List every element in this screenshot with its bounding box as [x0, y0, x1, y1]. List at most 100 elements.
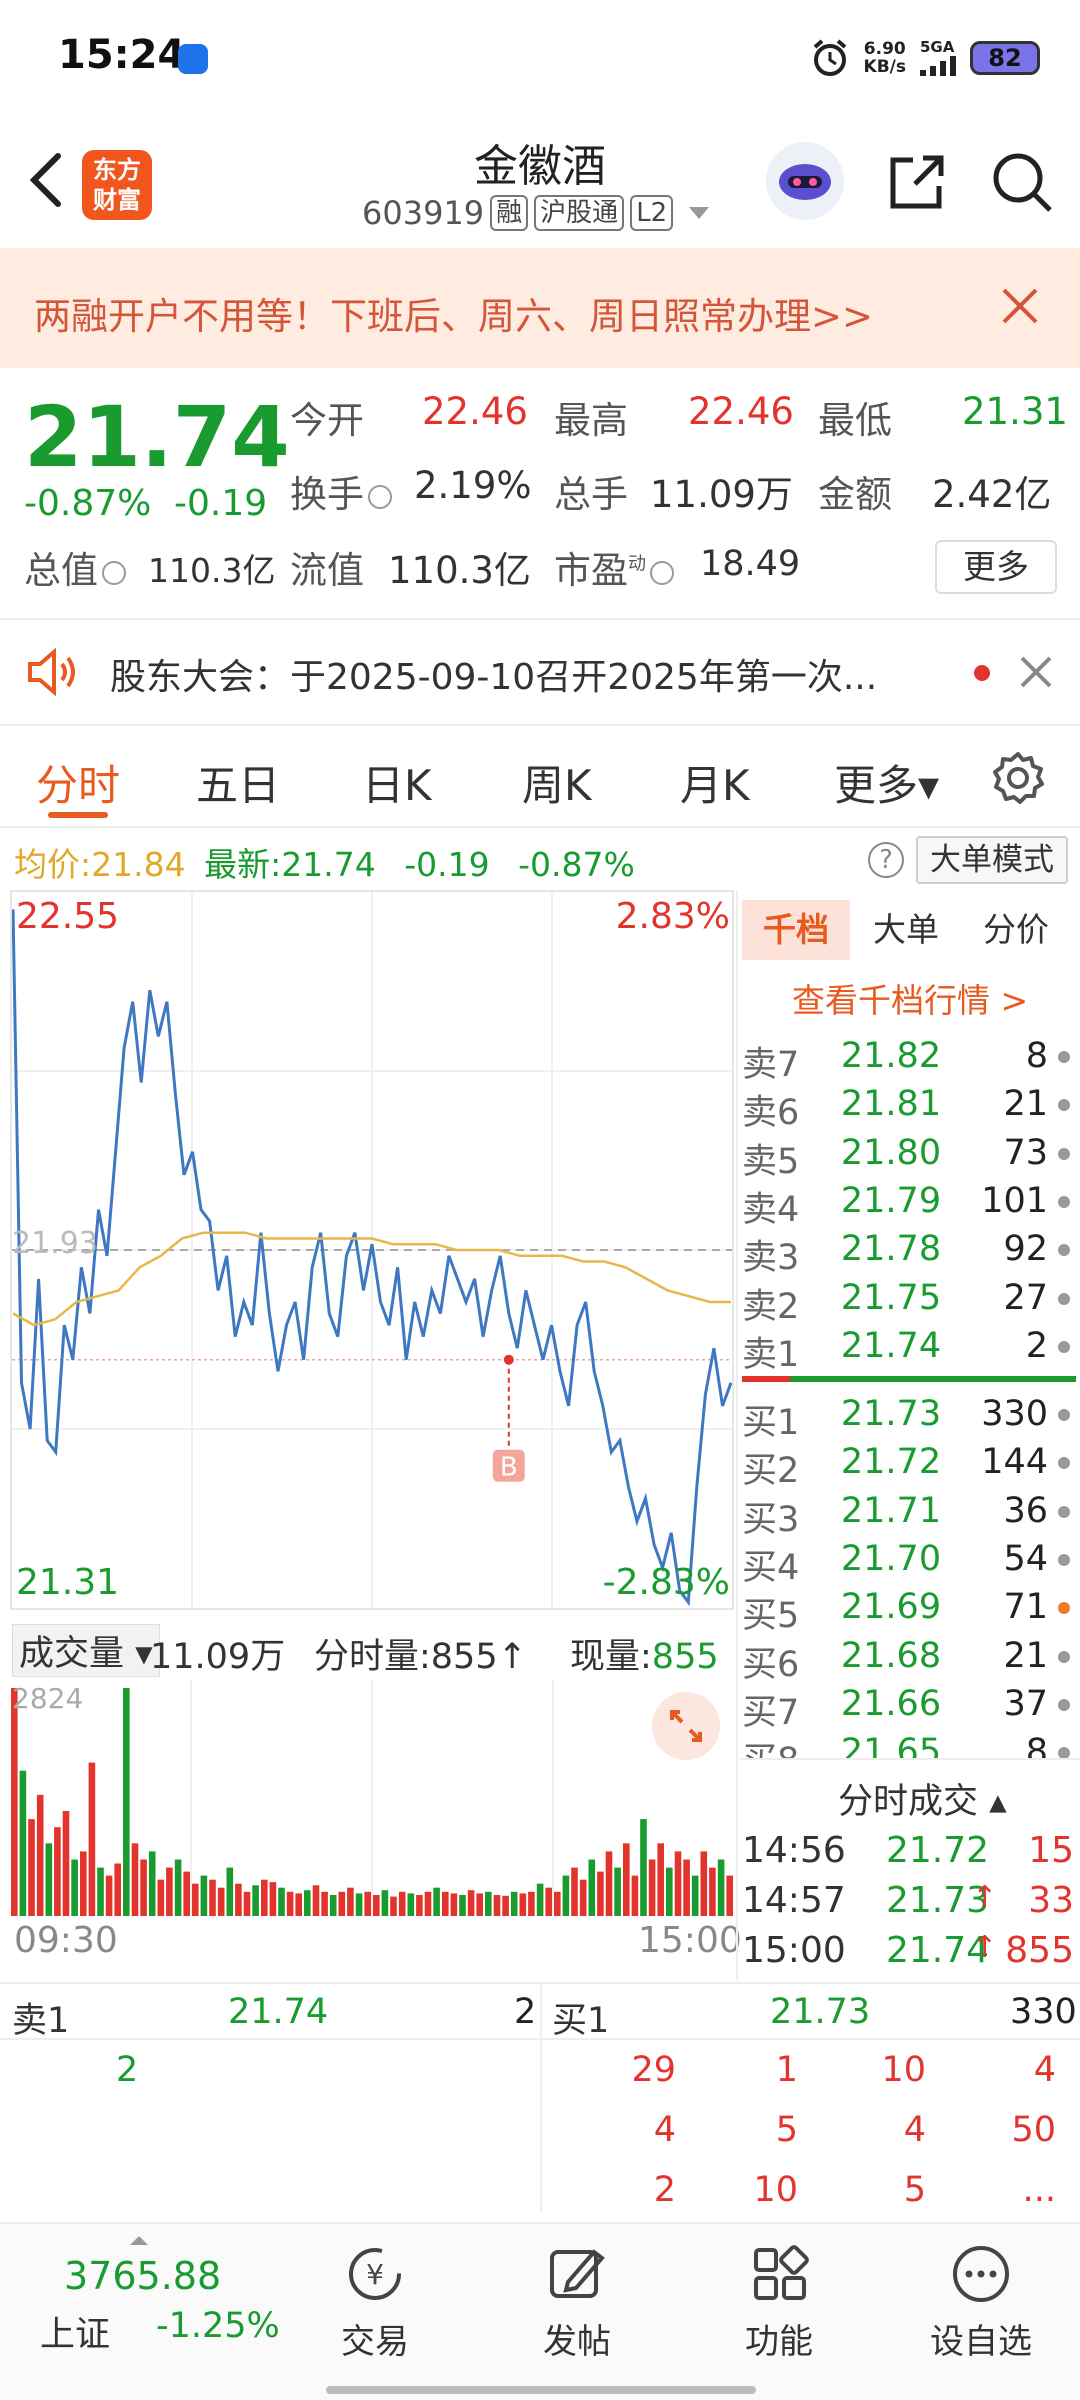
volume-bar [166, 1867, 173, 1916]
volume-bar [45, 1843, 53, 1916]
volume-bar [519, 1893, 527, 1916]
volume-bar [97, 1867, 104, 1916]
volume-bar [88, 1762, 96, 1916]
level-price: 21.73 [840, 1394, 942, 1434]
volume-bar [485, 1891, 492, 1916]
index-change[interactable]: -1.25% [156, 2306, 280, 2346]
volume-bar [261, 1879, 268, 1916]
trade-volume: 855 [1005, 1930, 1074, 1971]
volume-bar [562, 1875, 570, 1916]
volume-bar [381, 1890, 389, 1916]
index-name[interactable]: 上证 [40, 2306, 110, 2357]
volume-bar [536, 1883, 544, 1916]
more-dots-icon [953, 2246, 1009, 2302]
volume-bar [510, 1891, 518, 1916]
divider [736, 890, 738, 1980]
level-indicator-dot [1058, 1409, 1070, 1421]
order-book-row[interactable]: 买7 21.66 37 [742, 1683, 1072, 1733]
bid-queue-item: 50 [1011, 2110, 1056, 2150]
level-qty: 330 [981, 1394, 1048, 1434]
ask1-price: 21.74 [228, 1992, 329, 2032]
volume-bar [424, 1891, 432, 1916]
order-book-row[interactable]: 买5 21.69 71 [742, 1587, 1072, 1637]
bid-queue-item: 1 [775, 2050, 798, 2090]
volume-bar [278, 1887, 285, 1916]
level-qty: 21 [1003, 1635, 1048, 1676]
trade-row: 14:57 21.73 ↑ 33 [742, 1880, 1078, 1930]
volume-bar [148, 1851, 156, 1916]
volume-bar [571, 1867, 578, 1916]
divider [540, 1982, 542, 2212]
nav-add-watchlist[interactable]: 设自选 [916, 2244, 1046, 2363]
trades-title[interactable]: 分时成交 ▴ [838, 1773, 1007, 1824]
level-label: 买4 [742, 1547, 800, 1588]
volume-bar [691, 1875, 699, 1916]
x-start-label: 09:30 [14, 1920, 118, 1961]
nav-post[interactable]: 发帖 [512, 2244, 642, 2363]
trade-row: 14:56 21.72 15 [742, 1830, 1078, 1880]
level-price: 21.72 [840, 1442, 942, 1483]
bid-queue-item: 29 [631, 2050, 676, 2090]
level-indicator-dot [1058, 1505, 1070, 1518]
volume-bar [579, 1879, 587, 1916]
level-indicator-dot [1058, 1457, 1070, 1470]
nav-functions[interactable]: 功能 [714, 2244, 844, 2363]
level-qty: 71 [1003, 1587, 1048, 1628]
volume-bar [433, 1887, 440, 1916]
volume-bar [286, 1891, 294, 1916]
index-value[interactable]: 3765.88 [64, 2254, 221, 2298]
volume-bar [588, 1859, 596, 1916]
volume-bar [140, 1859, 147, 1916]
bid-queue-item: 2 [653, 2170, 676, 2210]
order-book-row[interactable]: 买2 21.72 144 [742, 1442, 1072, 1491]
volume-bar [54, 1827, 61, 1916]
level-label: 买6 [742, 1644, 800, 1685]
volume-bar [666, 1867, 673, 1916]
level-price: 21.65 [840, 1732, 942, 1773]
volume-bar [355, 1893, 363, 1916]
volume-bar [700, 1851, 708, 1916]
level-label: 买5 [742, 1596, 800, 1637]
volume-bar [269, 1882, 277, 1916]
bid-queue-item: 10 [881, 2050, 926, 2090]
volume-bar [597, 1871, 604, 1916]
volume-bar [338, 1891, 346, 1916]
volume-bar [192, 1883, 199, 1916]
volume-bar [28, 1819, 35, 1916]
trade-row: 15:00 21.74 ↑ 855 [742, 1930, 1078, 1980]
volume-bar [554, 1891, 561, 1916]
level-price: 21.71 [840, 1490, 942, 1531]
volume-bar [62, 1811, 70, 1916]
trade-arrow: ↑ [972, 1880, 998, 1915]
order-book-row[interactable]: 买1 21.73 330 [742, 1394, 1072, 1443]
bid-list: 买1 21.73 330 买2 21.72 144 买3 21.71 36 买4 21.70 54 买5… [0, 0, 1080, 1760]
volume-bar [364, 1891, 371, 1916]
bid-queue-item: 10 [753, 2170, 798, 2210]
volume-bar [71, 1859, 78, 1916]
level-qty: 37 [1003, 1683, 1048, 1724]
volume-bar [528, 1891, 535, 1916]
level-price: 21.66 [840, 1683, 942, 1724]
volume-bar [717, 1859, 725, 1916]
level-qty: 54 [1003, 1538, 1048, 1579]
volume-bar [398, 1891, 406, 1916]
level-indicator-dot [1058, 1602, 1070, 1615]
chevron-up-icon[interactable] [130, 2236, 148, 2245]
order-book-row[interactable]: 买3 21.71 36 [742, 1490, 1072, 1540]
volume-bar [226, 1867, 234, 1916]
order-book-row[interactable]: 买4 21.70 54 [742, 1538, 1072, 1588]
trade-time: 14:57 [742, 1880, 846, 1921]
volume-bar [545, 1887, 552, 1916]
volume-bar [648, 1859, 656, 1916]
volume-bar [312, 1885, 320, 1916]
divider [740, 1758, 1080, 1760]
level-indicator-dot [1058, 1553, 1070, 1566]
volume-bar [252, 1885, 259, 1916]
volume-bar [674, 1851, 682, 1916]
nav-trade[interactable]: ¥ 交易 [310, 2244, 440, 2363]
volume-bar [183, 1871, 190, 1916]
trade-time: 15:00 [742, 1930, 846, 1971]
order-book-row[interactable]: 买6 21.68 21 [742, 1635, 1072, 1685]
x-end-label: 15:00 [638, 1920, 742, 1961]
home-indicator[interactable] [326, 2386, 756, 2394]
